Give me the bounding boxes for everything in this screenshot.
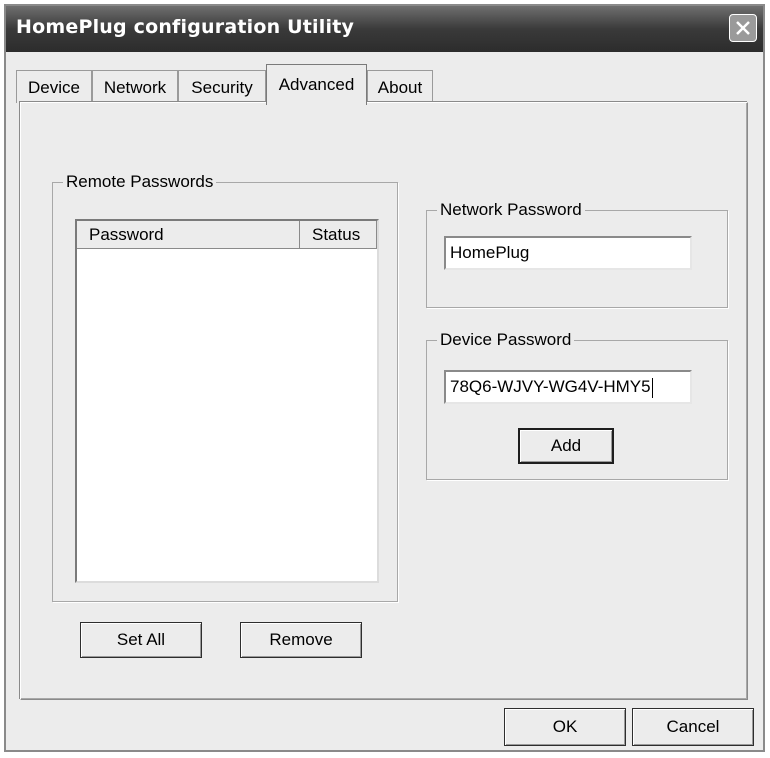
remote-passwords-list[interactable]: Password Status xyxy=(75,219,379,583)
network-password-input[interactable]: HomePlug xyxy=(444,236,692,270)
tab-advanced[interactable]: Advanced xyxy=(266,64,367,105)
cancel-button[interactable]: Cancel xyxy=(632,708,754,746)
remove-button[interactable]: Remove xyxy=(240,622,362,658)
title-bar[interactable]: HomePlug configuration Utility xyxy=(6,6,763,52)
column-header-status[interactable]: Status xyxy=(300,221,377,249)
device-password-value: 78Q6-WJVY-WG4V-HMY5 xyxy=(450,377,651,396)
network-password-value: HomePlug xyxy=(450,243,530,262)
tab-network[interactable]: Network xyxy=(92,70,178,103)
device-password-input[interactable]: 78Q6-WJVY-WG4V-HMY5 xyxy=(444,370,692,404)
close-icon xyxy=(736,21,750,35)
tab-security[interactable]: Security xyxy=(178,70,266,103)
column-header-password[interactable]: Password xyxy=(77,221,300,249)
window-title: HomePlug configuration Utility xyxy=(16,16,355,38)
set-all-button[interactable]: Set All xyxy=(80,622,202,658)
add-button[interactable]: Add xyxy=(518,428,614,464)
remote-passwords-label: Remote Passwords xyxy=(63,171,217,193)
device-password-label: Device Password xyxy=(437,329,575,351)
network-password-label: Network Password xyxy=(437,199,585,221)
ok-button[interactable]: OK xyxy=(504,708,626,746)
text-cursor xyxy=(651,377,653,398)
tab-device[interactable]: Device xyxy=(16,70,92,103)
dialog-window: HomePlug configuration Utility Device Ne… xyxy=(4,4,765,752)
tab-about[interactable]: About xyxy=(367,70,433,103)
close-button[interactable] xyxy=(729,14,757,42)
